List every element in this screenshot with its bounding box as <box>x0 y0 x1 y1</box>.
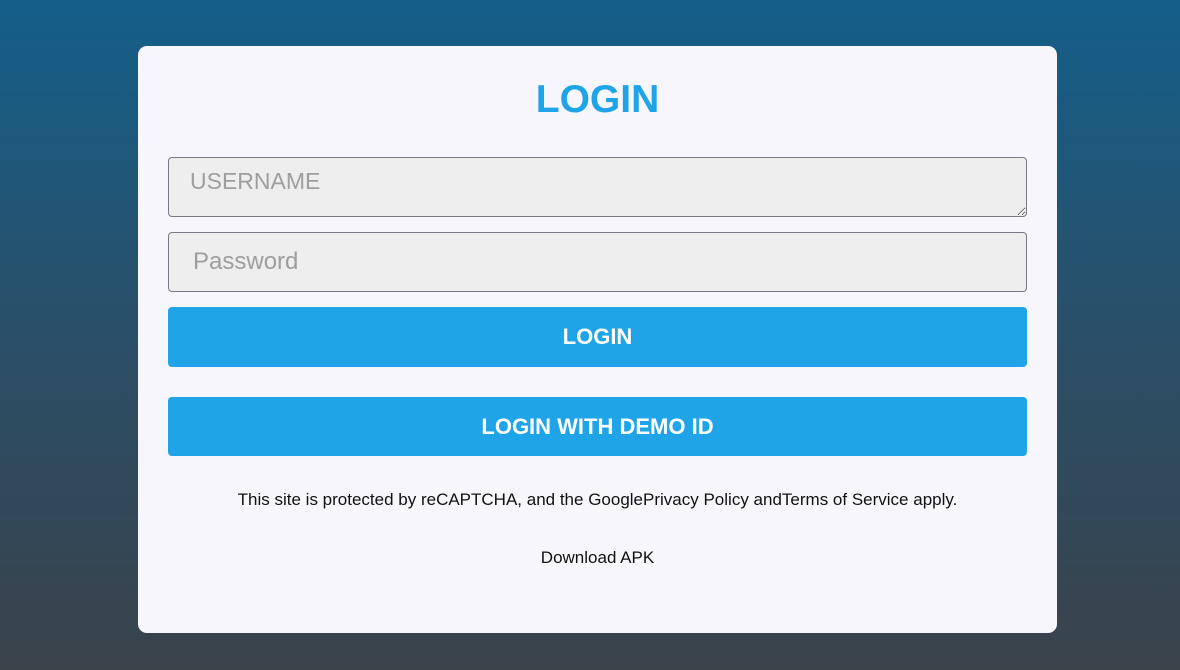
login-title: LOGIN <box>535 78 660 121</box>
password-input[interactable] <box>168 232 1027 292</box>
login-with-demo-id-button[interactable]: LOGIN WITH DEMO ID <box>168 397 1027 456</box>
username-input[interactable] <box>168 157 1027 217</box>
recaptcha-notice-middle: and <box>748 490 782 509</box>
recaptcha-notice-prefix: This site is protected by reCAPTCHA, and… <box>237 490 644 509</box>
download-apk-container: Download APK <box>138 546 1057 570</box>
terms-of-service-link[interactable]: Terms of Service <box>782 490 909 509</box>
privacy-policy-link[interactable]: Privacy Policy <box>643 490 749 509</box>
recaptcha-notice-suffix: apply. <box>908 490 958 509</box>
login-card: LOGIN LOGIN LOGIN WITH DEMO ID This site… <box>138 46 1057 633</box>
login-button[interactable]: LOGIN <box>168 307 1027 367</box>
recaptcha-notice: This site is protected by reCAPTCHA, and… <box>138 488 1057 512</box>
download-apk-link[interactable]: Download APK <box>541 548 654 567</box>
